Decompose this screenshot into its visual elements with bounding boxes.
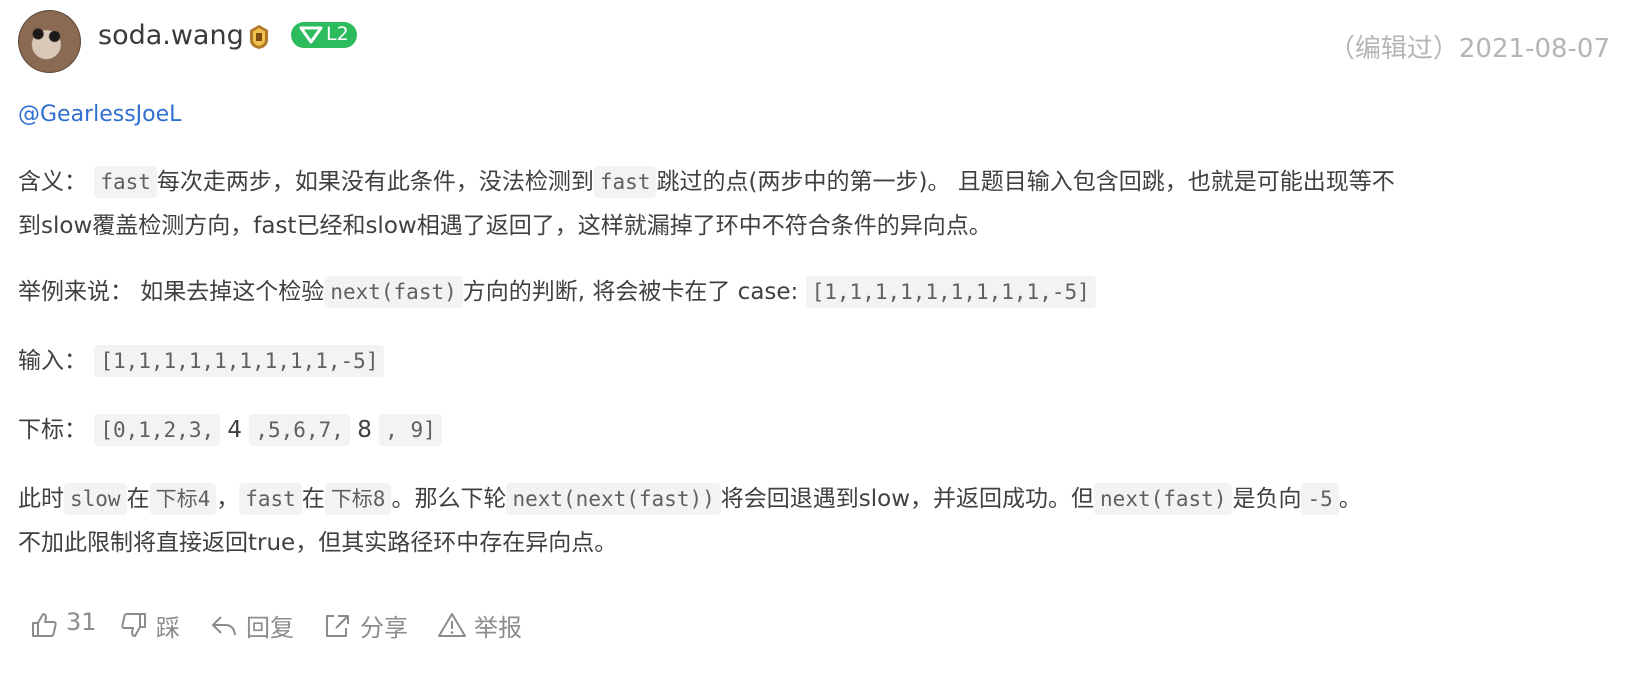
inline-code: ,5,6,7, [249,414,350,446]
text: 含义： [18,169,87,195]
text: 将会回退遇到slow，并返回成功。但 [720,486,1095,512]
text-line: 含义： fast 每次走两步，如果没有此条件，没法检测到 fast 跳过的点(两步中的… [18,160,1578,204]
warning-icon [438,613,466,637]
paragraph-index: 下标： [0,1,2,3, 4 ,5,6,7, 8 , 9] [18,408,1578,452]
share-icon [326,615,349,637]
text-line: 到slow覆盖检测方向，fast已经和slow相遇了返回了，这样就漏掉了环中不符… [18,213,992,239]
inline-code: , 9] [379,414,442,446]
thumbs-up-icon [32,613,57,637]
reply-button[interactable]: 回复 [210,608,300,642]
avatar[interactable] [18,10,81,73]
paragraph-example: 举例来说： 如果去掉这个检验 next(fast) 方向的判断, 将会被卡在了 ca… [18,270,1578,314]
inline-code: 下标4 [149,483,217,515]
comment-header: soda.wang L2 （编辑过）2021-08-07 [18,10,1618,74]
text: 是负向 [1232,486,1302,512]
level-badge: L2 [291,22,357,48]
dislike-label: 踩 [156,614,180,642]
text-line: 不加此限制将直接返回true，但其实路径环中存在异向点。 [18,530,618,556]
share-button[interactable]: 分享 [324,608,414,642]
inline-code: next(fast) [1094,483,1233,515]
like-button[interactable]: 31 [30,608,100,642]
text: 输入： [18,348,87,374]
text: 每次走两步，如果没有此条件，没法检测到 [156,169,594,195]
gem-icon [299,26,323,44]
inline-code: [0,1,2,3, [94,414,221,446]
like-count: 31 [66,608,97,636]
text: 方向的判断, 将会被卡在了 case: [462,279,799,305]
text: 举例来说： 如果去掉这个检验 [18,279,325,305]
inline-code: next(fast) [324,276,463,308]
inline-code: 下标8 [324,483,392,515]
paragraph-explanation: 此时 slow 在下标4， fast 在下标8 。那么下轮 next(next(fast))… [18,477,1578,565]
paragraph-input: 输入： [1,1,1,1,1,1,1,1,1,-5] [18,339,1578,383]
reply-label: 回复 [246,614,294,642]
inline-code: fast [239,483,302,515]
medal-icon [250,25,268,49]
inline-code: [1,1,1,1,1,1,1,1,1,-5] [805,276,1096,308]
text: 8 [357,417,372,443]
text: 下标： [18,417,87,443]
inline-code: fast [94,166,157,198]
text: 在 [301,486,325,512]
text: 在 [126,486,150,512]
text: 跳过的点(两步中的第一步)。 且题目输入包含回跳，也就是可能出现等不 [656,169,1395,195]
text: ， [216,486,240,512]
text: 。那么下轮 [391,486,507,512]
username[interactable]: soda.wang [98,20,244,51]
share-label: 分享 [360,614,408,642]
text-line: 此时 slow 在下标4， fast 在下标8 。那么下轮 next(next(fast))… [18,477,1578,521]
reply-icon [212,616,236,636]
inline-code: next(next(fast)) [506,483,721,515]
level-label: L2 [326,23,349,45]
text: 此时 [18,486,64,512]
inline-code: -5 [1301,483,1339,515]
text: 。 [1338,486,1362,512]
edited-timestamp: （编辑过）2021-08-07 [1328,34,1610,64]
mention-link[interactable]: @GearlessJoeL [18,102,181,127]
dislike-button[interactable]: 踩 [120,608,190,642]
report-label: 举报 [474,614,522,642]
inline-code: fast [593,166,657,198]
paragraph-meaning: 含义： fast 每次走两步，如果没有此条件，没法检测到 fast 跳过的点(两步中的… [18,160,1578,248]
thumbs-down-icon [121,613,146,637]
text: 4 [227,417,243,443]
report-button[interactable]: 举报 [438,608,528,642]
inline-code: slow [64,483,127,515]
inline-code: [1,1,1,1,1,1,1,1,1,-5] [94,345,385,377]
